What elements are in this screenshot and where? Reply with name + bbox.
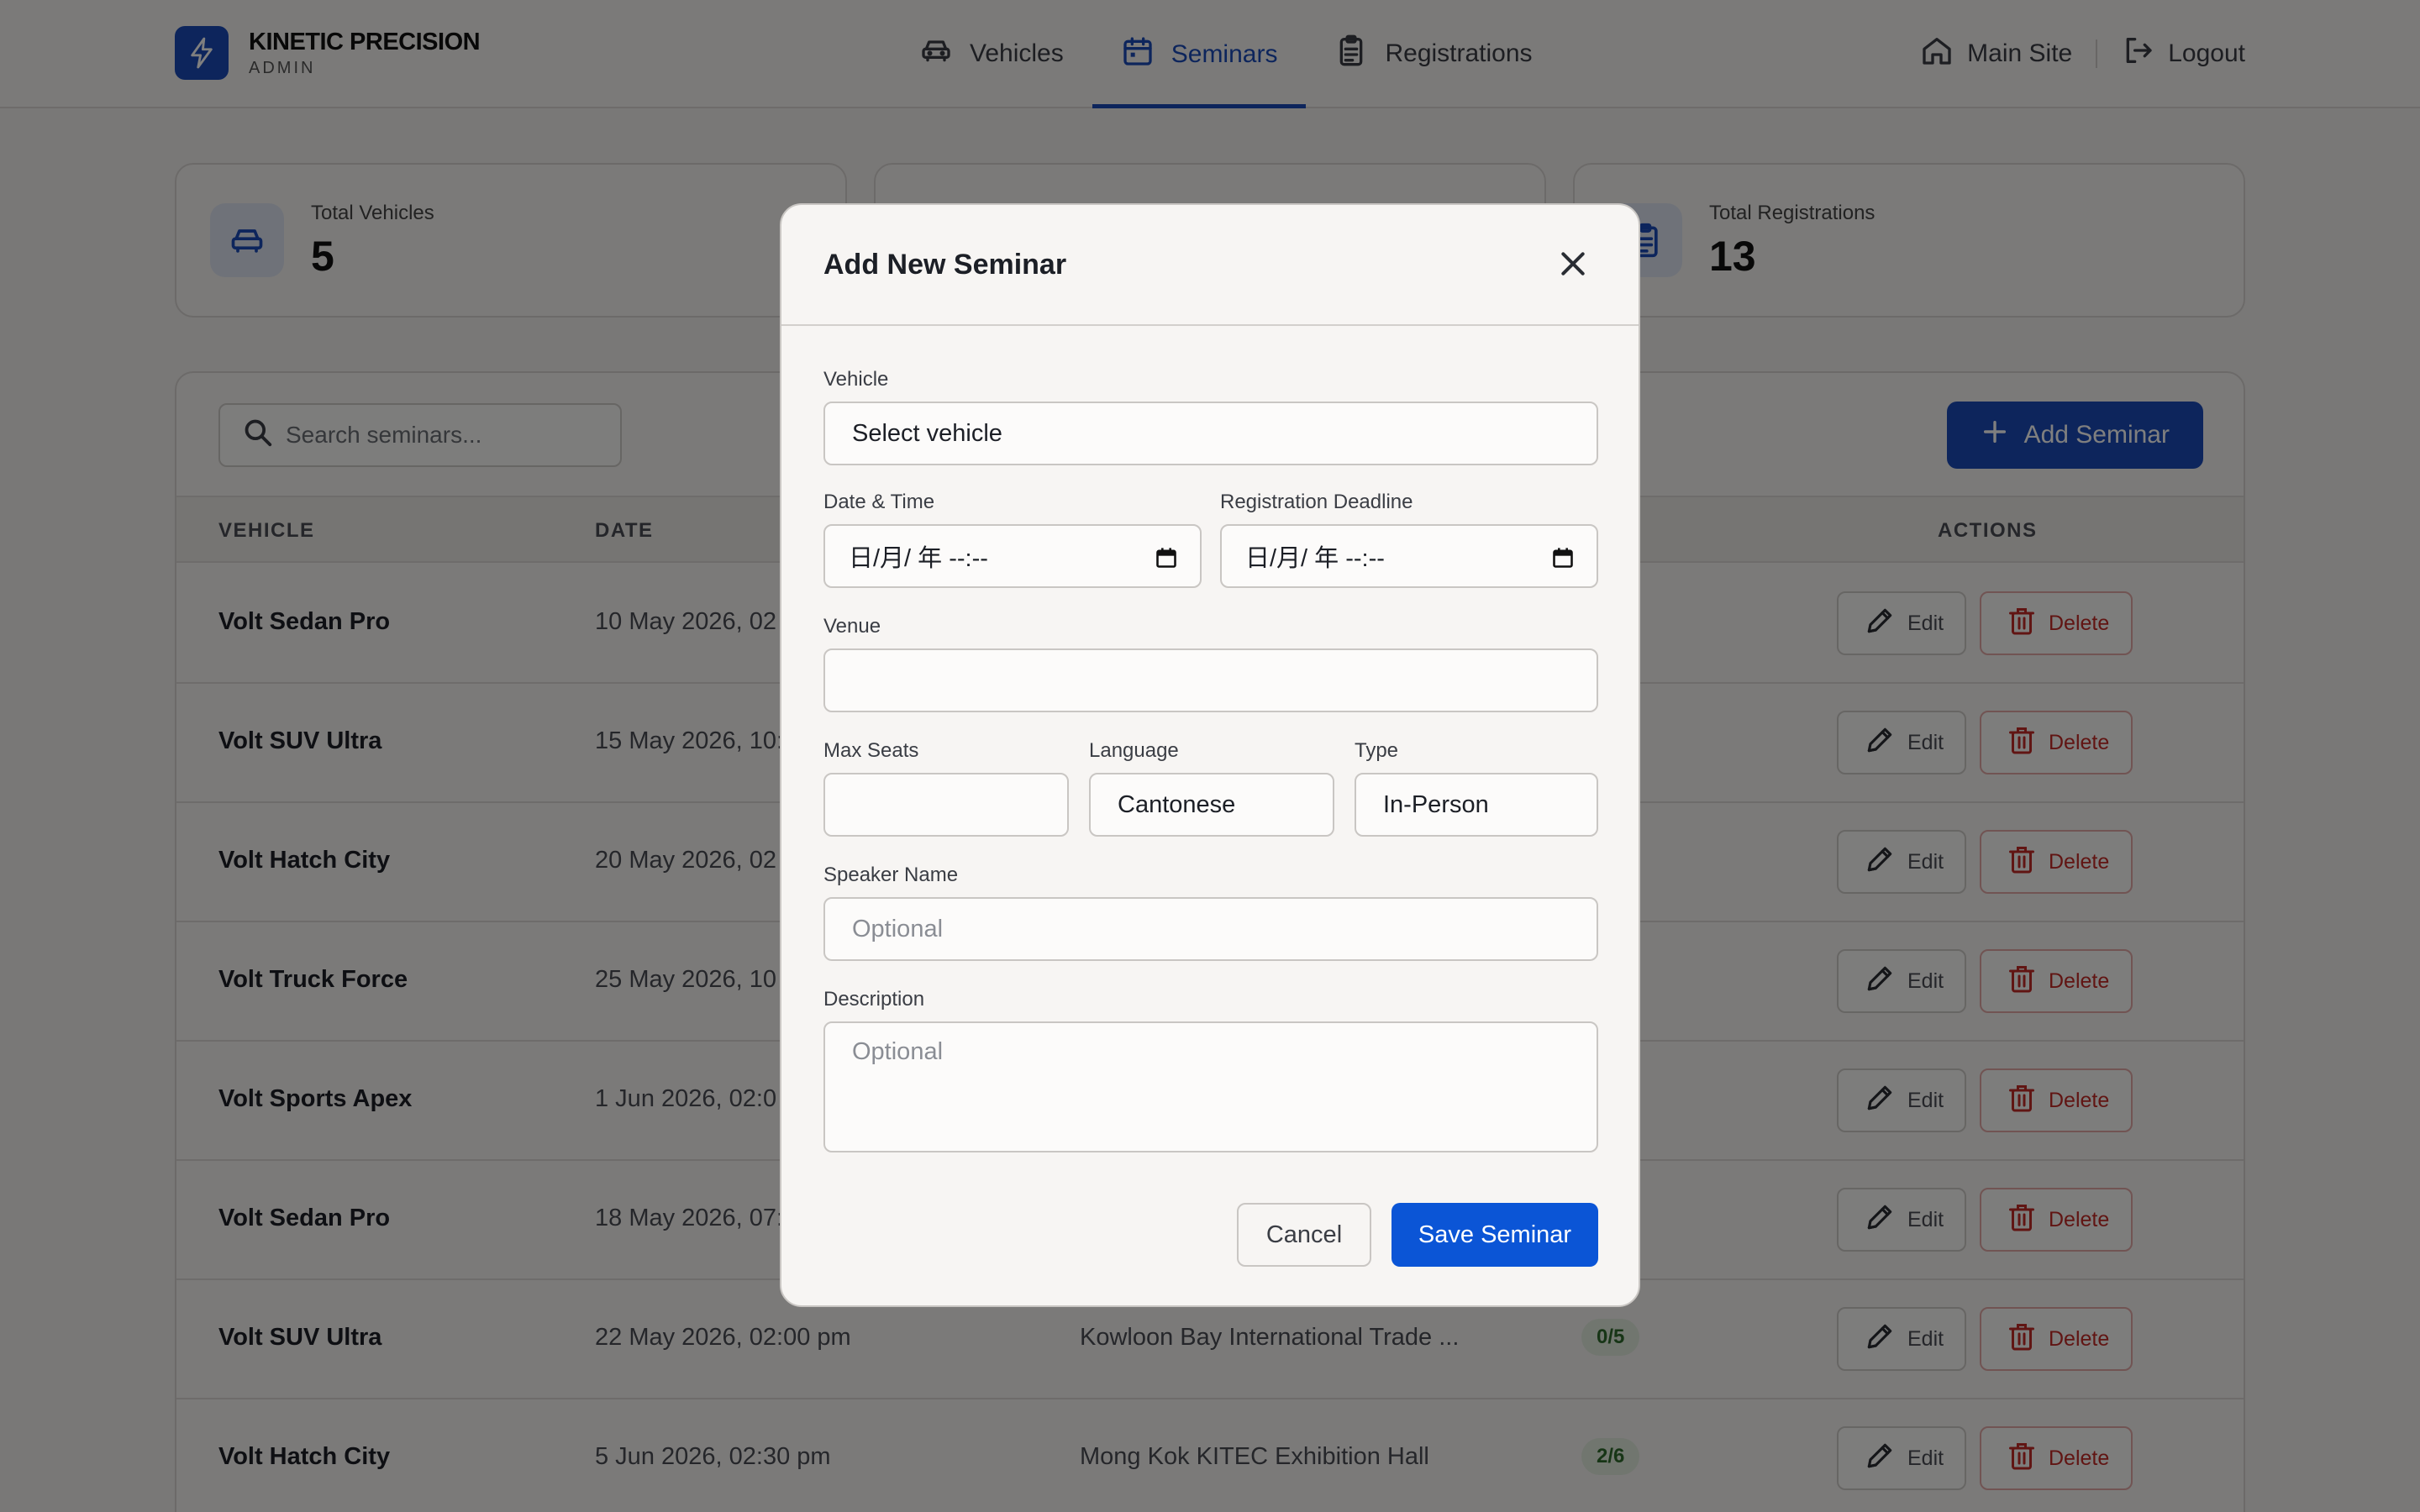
- save-seminar-button[interactable]: Save Seminar: [1392, 1203, 1598, 1267]
- datetime-input[interactable]: 日/月/ 年 --:--: [823, 524, 1202, 588]
- calendar-picker-icon[interactable]: [1551, 546, 1575, 576]
- type-label: Type: [1355, 739, 1399, 762]
- datetime-label: Date & Time: [823, 491, 935, 513]
- language-select-value: Cantonese: [1118, 790, 1236, 818]
- dialog-title: Add New Seminar: [823, 249, 1067, 281]
- type-select-value: In-Person: [1383, 790, 1489, 818]
- calendar-picker-icon[interactable]: [1155, 546, 1178, 576]
- deadline-input-value: 日/月/ 年 --:--: [1245, 545, 1385, 572]
- vehicle-select-value: Select vehicle: [852, 419, 1002, 447]
- datetime-input-value: 日/月/ 年 --:--: [849, 545, 988, 572]
- speaker-placeholder: Optional: [852, 915, 944, 942]
- description-label: Description: [823, 988, 925, 1011]
- vehicle-select[interactable]: Select vehicle: [823, 402, 1598, 465]
- close-icon[interactable]: [1556, 247, 1590, 281]
- venue-label: Venue: [823, 615, 881, 638]
- description-placeholder: Optional: [852, 1038, 944, 1065]
- add-seminar-dialog: Add New Seminar Vehicle Select vehicle D…: [780, 203, 1640, 1307]
- max-seats-label: Max Seats: [823, 739, 919, 762]
- max-seats-input[interactable]: [823, 773, 1069, 837]
- type-select[interactable]: In-Person: [1355, 773, 1598, 837]
- language-label: Language: [1089, 739, 1179, 762]
- deadline-label: Registration Deadline: [1220, 491, 1413, 513]
- description-textarea[interactable]: Optional: [823, 1021, 1598, 1152]
- vehicle-label: Vehicle: [823, 368, 889, 391]
- venue-input[interactable]: [823, 648, 1598, 712]
- language-select[interactable]: Cantonese: [1089, 773, 1334, 837]
- dialog-header: Add New Seminar: [781, 205, 1639, 326]
- deadline-input[interactable]: 日/月/ 年 --:--: [1220, 524, 1598, 588]
- speaker-input[interactable]: Optional: [823, 897, 1598, 961]
- speaker-label: Speaker Name: [823, 864, 959, 886]
- cancel-button[interactable]: Cancel: [1237, 1203, 1371, 1267]
